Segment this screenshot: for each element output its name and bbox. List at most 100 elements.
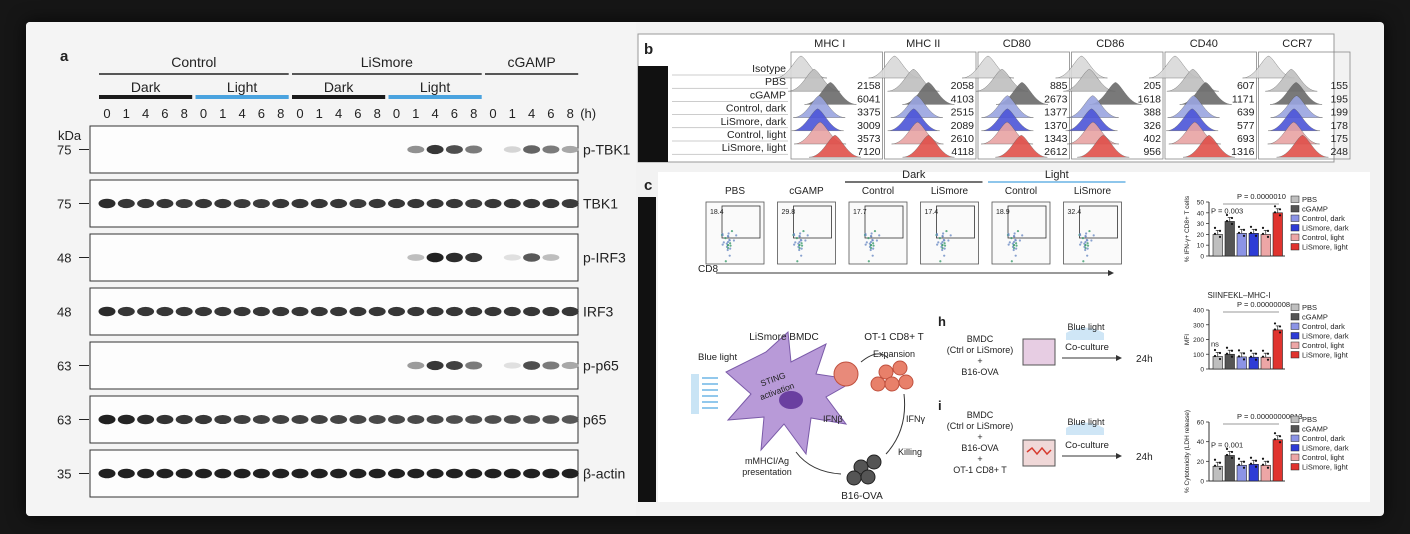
event-dot [939, 260, 942, 263]
protein-label: p-TBK1 [583, 142, 631, 158]
data-point [1261, 349, 1265, 352]
x-axis-label: CD8 [698, 264, 718, 275]
event-dot [870, 232, 873, 235]
protein-label: β-actin [583, 466, 625, 482]
blot-band [272, 468, 290, 479]
legend-label: LiSmore, dark [1302, 224, 1349, 233]
marker-label: 63 [57, 413, 71, 428]
h-coculture: Co-culture [1065, 342, 1109, 353]
chart-bar [1236, 356, 1247, 370]
protein-label: TBK1 [583, 196, 618, 212]
mfi-value: 1618 [1138, 93, 1162, 105]
time-label: 8 [374, 106, 381, 121]
event-dot [864, 243, 867, 246]
legend-label: PBS [1302, 195, 1317, 204]
event-dot [1018, 239, 1022, 242]
blot-band [368, 468, 386, 479]
blot-band [214, 198, 232, 209]
legend-label: Control, dark [1302, 214, 1345, 223]
panel-b-letter: b [644, 41, 653, 58]
event-dot [869, 234, 873, 238]
blot-band [503, 468, 521, 479]
chart-bar [1248, 233, 1259, 257]
blot-band [542, 254, 560, 261]
blot-band [465, 198, 483, 209]
event-dot [878, 234, 881, 237]
time-label: 8 [567, 106, 574, 121]
data-point [1218, 467, 1222, 470]
blot-band [426, 252, 444, 263]
i-blue-light: Blue light [1067, 417, 1105, 427]
p-value-annotation: P = 0.00000008 [1237, 300, 1290, 309]
blot-band [349, 198, 367, 209]
protein-label: p-IRF3 [583, 250, 626, 266]
blot-band [503, 146, 521, 153]
y-tick-label: 100 [1193, 352, 1204, 359]
blot-band [542, 145, 560, 154]
blot-band [272, 306, 290, 317]
blot-band [561, 198, 579, 209]
y-tick-label: 20 [1197, 232, 1205, 239]
data-point [1249, 456, 1253, 459]
event-dot [1085, 232, 1088, 235]
event-dot [941, 234, 944, 238]
legend-label: PBS [1302, 415, 1317, 424]
time-label: 6 [354, 106, 361, 121]
panel-c-letter: c [644, 177, 652, 194]
event-dot [1008, 241, 1011, 244]
time-label: 8 [181, 106, 188, 121]
blot-band [137, 198, 155, 209]
blot-band [542, 198, 560, 209]
event-dot [1007, 243, 1010, 246]
gate-value: 17.4 [925, 209, 939, 216]
mfi-value: 3375 [857, 107, 881, 119]
data-point [1278, 208, 1282, 211]
tcell-label: OT-1 CD8+ T [864, 332, 924, 343]
y-tick-label: 0 [1200, 367, 1204, 374]
event-dot [943, 247, 946, 250]
dot-plot-title: LiSmore [931, 186, 969, 197]
blot-band [137, 468, 155, 479]
blot-band [272, 198, 290, 209]
data-point [1273, 432, 1277, 435]
data-point [1213, 226, 1217, 229]
expanded-t-cell [892, 360, 908, 376]
y-tick-label: 0 [1200, 479, 1204, 486]
data-point [1249, 231, 1253, 234]
blot-band [407, 361, 425, 370]
blot-band [465, 252, 483, 263]
blot-band [426, 415, 444, 424]
data-point [1266, 229, 1270, 232]
event-dot [1015, 242, 1018, 245]
data-point [1266, 235, 1270, 238]
data-point [1278, 325, 1282, 328]
legend-swatch [1290, 322, 1300, 330]
blot-band [252, 468, 270, 479]
event-dot [726, 248, 729, 252]
blot-band [272, 415, 290, 424]
light-header: Light [1045, 169, 1069, 181]
blot-band [445, 415, 463, 424]
event-dot [798, 234, 801, 238]
blot-band [426, 198, 444, 209]
chart-bar [1212, 465, 1223, 482]
time-label: 0 [200, 106, 207, 121]
event-dot [1014, 254, 1017, 257]
blot-band [195, 306, 212, 317]
mfi-value: 248 [1330, 146, 1348, 158]
mfi-value: 693 [1237, 133, 1255, 145]
event-dot [802, 229, 805, 233]
blot-band [349, 468, 367, 479]
chart-bar [1224, 353, 1235, 370]
h-well [1022, 338, 1056, 366]
blot-band [445, 198, 463, 209]
chart-bar [1272, 329, 1283, 370]
time-label: 8 [470, 106, 477, 121]
mfi-value: 178 [1330, 120, 1348, 132]
event-dot [938, 237, 942, 240]
event-dot [724, 237, 727, 240]
event-dot [943, 239, 946, 242]
time-label: 4 [142, 106, 149, 121]
protein-label: p65 [583, 412, 607, 428]
condition-label: Light [420, 79, 450, 95]
